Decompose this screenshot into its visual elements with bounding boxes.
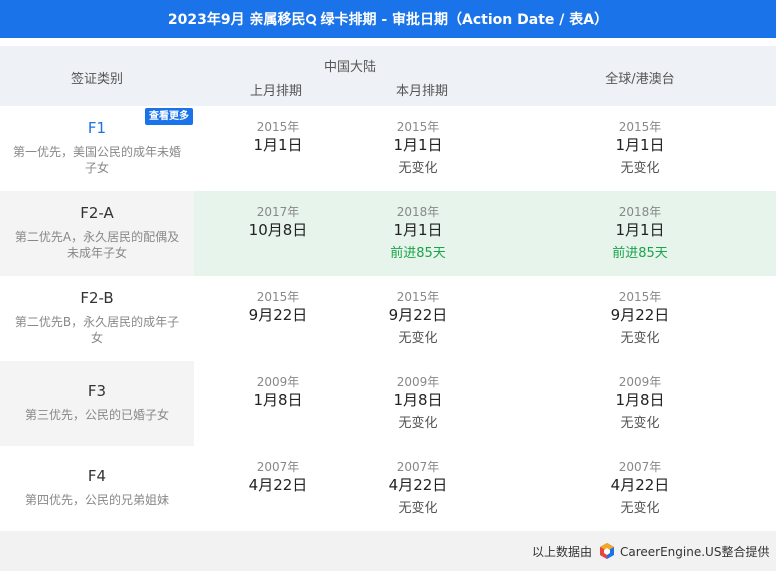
- date-month-day: 4月22日: [248, 476, 308, 494]
- change-status: 无变化: [620, 416, 660, 431]
- date-year: 2015年: [256, 120, 300, 134]
- table-header: 签证类别 中国大陆 上月排期 本月排期 全球/港澳台: [0, 46, 776, 106]
- date-month-day: 1月1日: [393, 136, 443, 154]
- date-month-day: 9月22日: [610, 306, 670, 324]
- change-status: 无变化: [620, 161, 660, 176]
- date-month-day: 1月1日: [393, 221, 443, 239]
- table-row: F4 第四优先，公民的兄弟姐妹 2007年 4月22日 2007年 4月22日 …: [0, 446, 776, 531]
- date-month-day: 1月8日: [615, 391, 665, 409]
- date-month-day: 1月1日: [615, 136, 665, 154]
- category-desc: 第一优先，美国公民的成年未婚子女: [12, 145, 181, 175]
- magnifier-icon: [306, 13, 317, 25]
- category-cell: F4 第四优先，公民的兄弟姐妹: [0, 446, 194, 531]
- page-title: 2023年9月 亲属移民 绿卡排期 - 审批日期（Action Date / 表…: [0, 0, 776, 38]
- date-year: 2007年: [256, 460, 300, 474]
- date-month-day: 4月22日: [388, 476, 448, 494]
- change-status: 前进85天: [390, 246, 446, 261]
- title-part2: 绿卡排期 - 审批日期（Action Date / 表A）: [320, 12, 609, 28]
- date-month-day: 1月8日: [253, 391, 303, 409]
- date-year: 2015年: [256, 290, 300, 304]
- date-month-day: 1月1日: [253, 136, 303, 154]
- table-row: 查看更多 F1 第一优先，美国公民的成年未婚子女 2015年 1月1日 2015…: [0, 106, 776, 191]
- date-year: 2007年: [618, 460, 662, 474]
- source-label: 以上数据由: [532, 545, 593, 559]
- header-this-month: 本月排期: [395, 84, 449, 99]
- header-global: 全球/港澳台: [605, 72, 675, 87]
- category-desc: 第二优先A，永久居民的配偶及未成年子女: [14, 230, 180, 260]
- footer: 以上数据由 CareerEngine.US整合提供: [0, 531, 776, 571]
- date-year: 2009年: [618, 375, 662, 389]
- category-desc: 第四优先，公民的兄弟姐妹: [24, 493, 169, 507]
- view-more-button[interactable]: 查看更多: [145, 108, 193, 125]
- date-year: 2018年: [396, 205, 440, 219]
- date-year: 2015年: [618, 290, 662, 304]
- date-month-day: 4月22日: [610, 476, 670, 494]
- category-cell: 查看更多 F1 第一优先，美国公民的成年未婚子女: [0, 106, 194, 191]
- date-month-day: 10月8日: [248, 221, 308, 239]
- category-desc: 第二优先B，永久居民的成年子女: [14, 315, 180, 345]
- change-status: 无变化: [620, 501, 660, 516]
- date-year: 2015年: [618, 120, 662, 134]
- category-code-link[interactable]: F1: [88, 119, 106, 137]
- date-year: 2018年: [618, 205, 662, 219]
- table-row: F3 第三优先，公民的已婚子女 2009年 1月8日 2009年 1月8日 无变…: [0, 361, 776, 446]
- category-code: F2-B: [80, 289, 114, 307]
- date-month-day: 9月22日: [388, 306, 448, 324]
- category-desc: 第三优先，公民的已婚子女: [24, 408, 169, 422]
- date-year: 2009年: [396, 375, 440, 389]
- header-last-month: 上月排期: [249, 84, 303, 99]
- table-row: F2-A 第二优先A，永久居民的配偶及未成年子女 2017年 10月8日 201…: [0, 191, 776, 276]
- change-status: 无变化: [620, 331, 660, 346]
- date-month-day: 9月22日: [248, 306, 308, 324]
- brand-link[interactable]: CareerEngine.US整合提供: [620, 543, 769, 560]
- header-mainland: 中国大陆: [323, 60, 377, 75]
- date-month-day: 1月8日: [393, 391, 443, 409]
- category-cell: F2-A 第二优先A，永久居民的配偶及未成年子女: [0, 191, 194, 276]
- change-status: 无变化: [398, 331, 438, 346]
- title-part1: 2023年9月 亲属移民: [167, 12, 306, 28]
- careerengine-logo-icon: [600, 543, 614, 559]
- table-row: F2-B 第二优先B，永久居民的成年子女 2015年 9月22日 2015年 9…: [0, 276, 776, 361]
- date-month-day: 1月1日: [615, 221, 665, 239]
- header-category: 签证类别: [70, 72, 124, 87]
- change-status: 无变化: [398, 416, 438, 431]
- change-status: 无变化: [398, 501, 438, 516]
- date-year: 2017年: [256, 205, 300, 219]
- change-status: 前进85天: [612, 246, 668, 261]
- category-code: F2-A: [80, 204, 114, 222]
- date-year: 2015年: [396, 290, 440, 304]
- category-code: F4: [87, 467, 107, 485]
- change-status: 无变化: [398, 161, 438, 176]
- date-year: 2009年: [256, 375, 300, 389]
- date-year: 2015年: [396, 120, 440, 134]
- category-cell: F3 第三优先，公民的已婚子女: [0, 361, 194, 446]
- category-cell: F2-B 第二优先B，永久居民的成年子女: [0, 276, 194, 361]
- date-year: 2007年: [396, 460, 440, 474]
- category-code: F3: [87, 382, 107, 400]
